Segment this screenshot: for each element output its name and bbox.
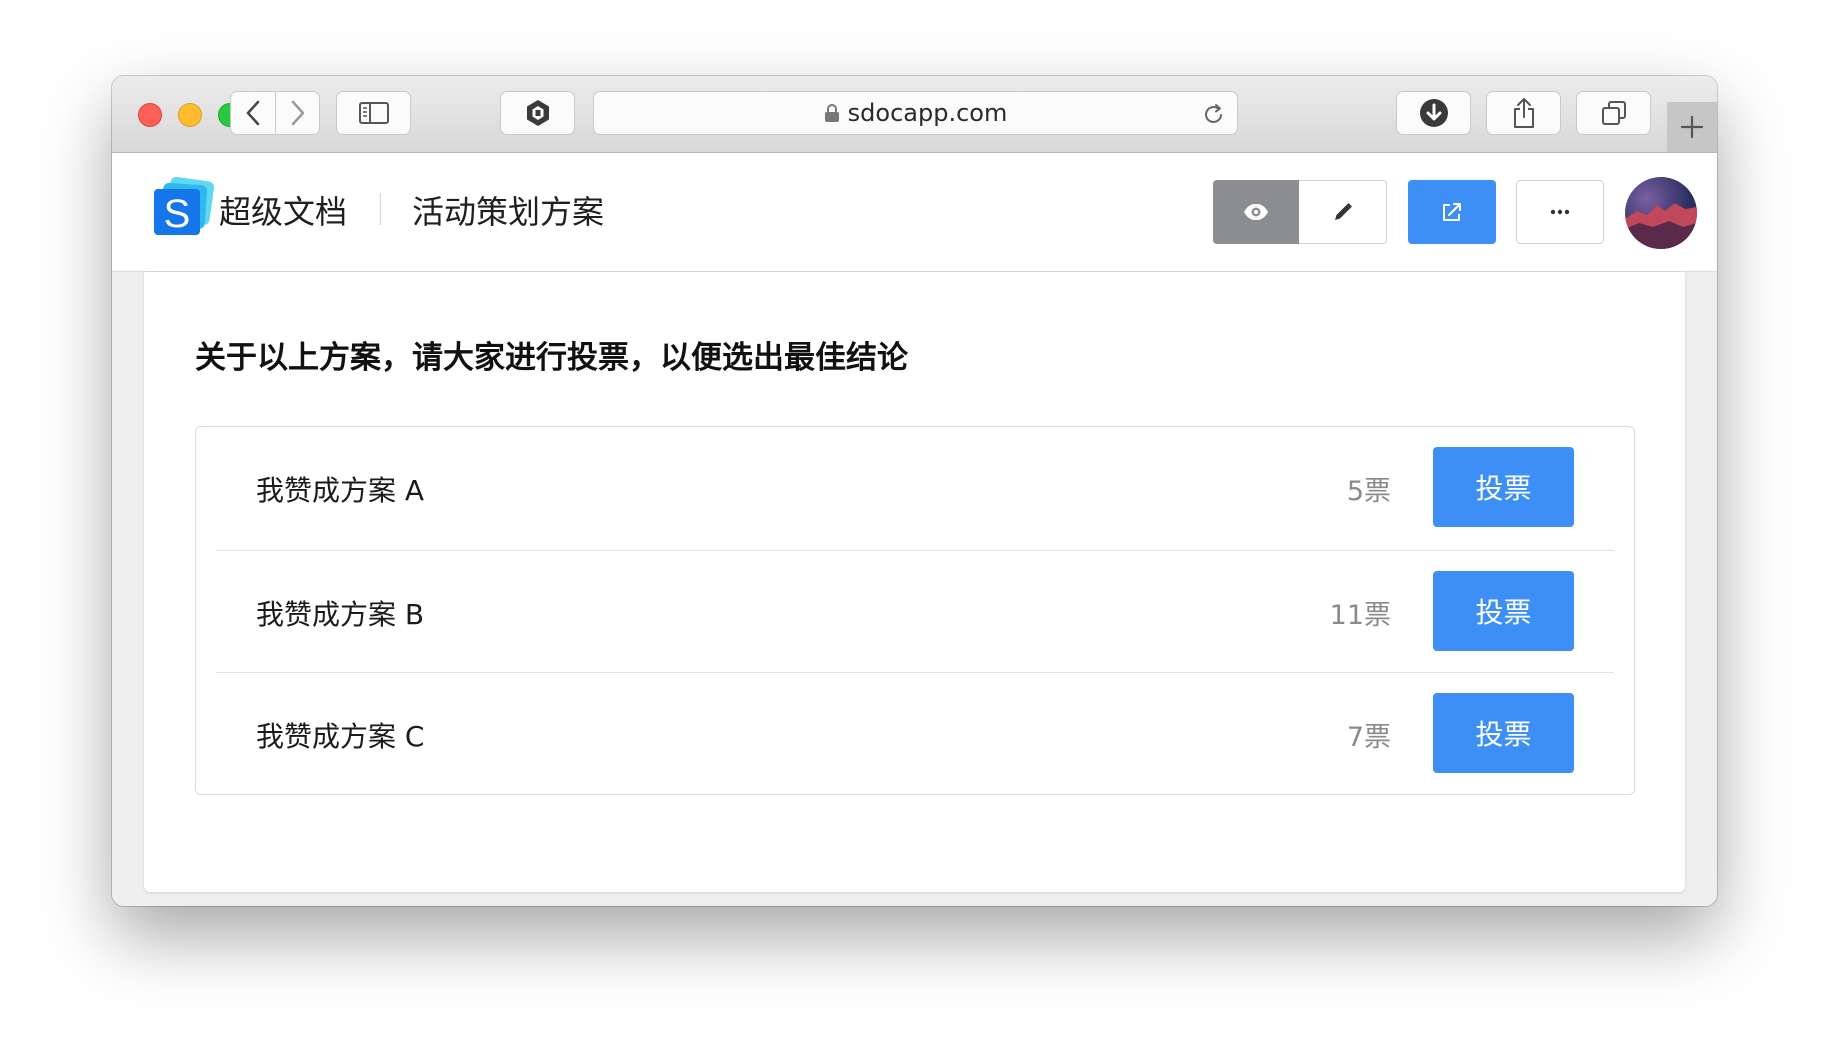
svg-text:S: S xyxy=(164,192,191,236)
pencil-icon xyxy=(1334,203,1352,220)
app-logo-icon[interactable]: S xyxy=(152,177,214,237)
browser-window: sdocapp.com S 超级文档 活动策划方案 关于以上方案，请大家进行投票… xyxy=(112,76,1717,906)
poll-option-row: 我赞成方案 C 7票 投票 xyxy=(216,672,1614,795)
lock-icon xyxy=(824,104,839,122)
poll-question: 关于以上方案，请大家进行投票，以便选出最佳结论 xyxy=(195,340,908,376)
chevron-left-icon xyxy=(246,100,260,126)
sidebar-icon xyxy=(358,102,389,124)
vote-button-c[interactable]: 投票 xyxy=(1433,693,1574,773)
reload-icon[interactable] xyxy=(1203,102,1225,126)
header-divider xyxy=(380,193,381,225)
download-button[interactable] xyxy=(1396,91,1471,135)
address-bar[interactable]: sdocapp.com xyxy=(593,91,1238,135)
chevron-right-icon xyxy=(291,100,304,126)
eye-icon xyxy=(1244,204,1268,220)
hexagon-extension-icon xyxy=(526,100,549,126)
poll-option-label: 我赞成方案 B xyxy=(256,598,425,631)
poll-option-label: 我赞成方案 C xyxy=(256,720,425,753)
sidebar-button[interactable] xyxy=(336,91,411,135)
vote-button-a[interactable]: 投票 xyxy=(1433,447,1574,527)
edit-mode-button[interactable] xyxy=(1299,180,1387,244)
more-icon xyxy=(1550,209,1570,215)
tab-overview-button[interactable] xyxy=(1576,91,1651,135)
poll-option-count: 5票 xyxy=(1346,476,1391,507)
external-share-icon xyxy=(1443,203,1461,221)
share-icon xyxy=(1513,98,1534,128)
back-button[interactable] xyxy=(230,91,276,135)
view-mode-button[interactable] xyxy=(1213,180,1299,244)
url-text: sdocapp.com xyxy=(847,99,1008,127)
new-tab-button[interactable] xyxy=(1667,102,1717,152)
poll-card: 我赞成方案 A 5票 投票 我赞成方案 B 11票 投票 我赞成方案 C 7票 … xyxy=(195,426,1635,795)
poll-option-count: 7票 xyxy=(1346,722,1391,753)
brand-name[interactable]: 超级文档 xyxy=(219,187,347,233)
user-avatar[interactable] xyxy=(1625,177,1697,249)
share-document-button[interactable] xyxy=(1408,180,1496,244)
minimize-window-button[interactable] xyxy=(178,103,202,127)
extension-button[interactable] xyxy=(500,91,575,135)
avatar-image xyxy=(1625,203,1697,249)
poll-option-row: 我赞成方案 B 11票 投票 xyxy=(216,550,1614,673)
download-icon xyxy=(1419,99,1448,127)
app-header: S 超级文档 活动策划方案 xyxy=(112,153,1717,272)
tabs-overview-icon xyxy=(1601,101,1626,125)
more-button[interactable] xyxy=(1516,180,1604,244)
share-button[interactable] xyxy=(1486,91,1561,135)
poll-option-count: 11票 xyxy=(1329,600,1391,631)
plus-icon xyxy=(1680,115,1704,139)
document-title[interactable]: 活动策划方案 xyxy=(412,187,604,233)
browser-toolbar: sdocapp.com xyxy=(112,76,1717,153)
close-window-button[interactable] xyxy=(138,103,162,127)
forward-button[interactable] xyxy=(275,91,320,135)
poll-option-label: 我赞成方案 A xyxy=(256,474,425,507)
document-page: 关于以上方案，请大家进行投票，以便选出最佳结论 我赞成方案 A 5票 投票 我赞… xyxy=(144,272,1685,892)
vote-button-b[interactable]: 投票 xyxy=(1433,571,1574,651)
poll-option-row: 我赞成方案 A 5票 投票 xyxy=(216,427,1614,549)
